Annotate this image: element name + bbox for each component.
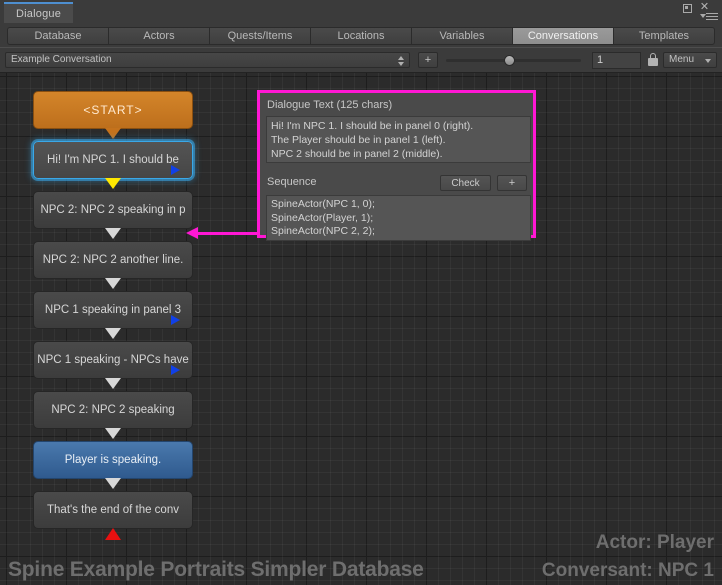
node-label: NPC 1 speaking - NPCs have xyxy=(37,354,189,366)
check-button-label: Check xyxy=(451,177,480,189)
check-sequence-button[interactable]: Check xyxy=(440,175,491,191)
tab-label: Database xyxy=(34,29,82,42)
node-dialogue-end[interactable]: That's the end of the conv xyxy=(33,491,193,529)
dialogue-editor-window: Dialogue ✕ Database Actors Quests/Items … xyxy=(0,0,722,585)
zoom-value: 1 xyxy=(597,54,604,66)
node-dialogue-4[interactable]: NPC 1 speaking in panel 3 xyxy=(33,291,193,329)
tab-label: Conversations xyxy=(527,29,599,42)
tab-locations[interactable]: Locations xyxy=(310,26,411,45)
tab-label: Locations xyxy=(337,29,385,42)
menu-dropdown-button[interactable]: Menu xyxy=(663,52,717,68)
node-label: <START> xyxy=(83,103,143,117)
sequence-text-field[interactable]: SpineActor(NPC 1, 0); SpineActor(Player,… xyxy=(266,195,531,241)
node-start[interactable]: <START> xyxy=(33,91,193,129)
connector-arrow xyxy=(105,328,121,339)
connector-arrow xyxy=(105,128,121,139)
zoom-slider-handle[interactable] xyxy=(504,55,515,66)
tab-label: Actors xyxy=(143,29,175,42)
window-tab-label: Dialogue xyxy=(16,7,62,20)
menu-dropdown-label: Menu xyxy=(669,54,695,65)
zoom-slider[interactable] xyxy=(446,55,581,66)
selection-pointer-arrow xyxy=(186,225,261,241)
node-dialogue-2[interactable]: NPC 2: NPC 2 speaking in p xyxy=(33,191,193,229)
sequence-marker-icon xyxy=(171,165,180,175)
tab-templates[interactable]: Templates xyxy=(613,26,715,45)
add-conversation-button[interactable]: + xyxy=(418,52,438,68)
node-dialogue-3[interactable]: NPC 2: NPC 2 another line. xyxy=(33,241,193,279)
node-dialogue-selected[interactable]: Hi! I'm NPC 1. I should be xyxy=(33,141,193,179)
sequence-header-row: Sequence Check + xyxy=(266,175,527,193)
main-tab-bar: Database Actors Quests/Items Locations V… xyxy=(0,24,722,47)
connector-arrow xyxy=(105,278,121,289)
conversation-dropdown[interactable]: Example Conversation xyxy=(5,52,410,68)
maximize-icon[interactable] xyxy=(683,4,692,13)
node-label: NPC 2: NPC 2 speaking xyxy=(51,404,175,416)
window-tab-dialogue[interactable]: Dialogue xyxy=(4,2,74,23)
tab-quests-items[interactable]: Quests/Items xyxy=(209,26,310,45)
tab-database[interactable]: Database xyxy=(7,26,108,45)
database-name-overlay: Spine Example Portraits Simpler Database xyxy=(8,558,424,581)
connector-arrow xyxy=(105,428,121,439)
tab-label: Variables xyxy=(439,29,485,42)
tab-conversations[interactable]: Conversations xyxy=(512,26,613,45)
node-label: NPC 1 speaking in panel 3 xyxy=(44,304,182,316)
tab-label: Quests/Items xyxy=(227,29,293,42)
node-dialogue-5[interactable]: NPC 1 speaking - NPCs have xyxy=(33,341,193,379)
add-sequence-label: + xyxy=(508,177,516,189)
node-label: NPC 2: NPC 2 speaking in p xyxy=(40,204,186,216)
conversation-dropdown-value: Example Conversation xyxy=(11,54,112,65)
node-label: That's the end of the conv xyxy=(47,504,179,516)
zoom-value-field[interactable]: 1 xyxy=(592,52,641,69)
add-sequence-button[interactable]: + xyxy=(497,175,527,191)
conversation-toolbar: Example Conversation + 1 Menu xyxy=(0,48,722,73)
lock-icon[interactable] xyxy=(648,53,658,66)
sequence-marker-icon xyxy=(171,365,180,375)
chevron-down-icon xyxy=(705,59,711,63)
add-conversation-label: + xyxy=(424,54,432,66)
connector-arrow xyxy=(105,378,121,389)
node-label: NPC 2: NPC 2 another line. xyxy=(42,254,184,266)
node-player[interactable]: Player is speaking. xyxy=(33,441,193,479)
close-icon[interactable]: ✕ xyxy=(699,2,710,13)
dialogue-text-field[interactable]: Hi! I'm NPC 1. I should be in panel 0 (r… xyxy=(266,116,531,163)
node-label: Hi! I'm NPC 1. I should be xyxy=(47,154,179,166)
connector-arrow xyxy=(105,178,121,189)
sequence-marker-icon xyxy=(171,315,180,325)
connector-arrow-end xyxy=(105,528,121,540)
connector-arrow xyxy=(105,478,121,489)
tab-actors[interactable]: Actors xyxy=(108,26,209,45)
window-controls: ✕ xyxy=(681,1,719,23)
connector-arrow xyxy=(105,228,121,239)
node-label: Player is speaking. xyxy=(64,454,162,466)
sequence-label: Sequence xyxy=(267,176,317,188)
window-titlebar: Dialogue ✕ xyxy=(0,0,722,25)
hamburger-menu-icon[interactable] xyxy=(706,13,718,22)
updown-arrows-icon xyxy=(398,56,405,66)
tab-variables[interactable]: Variables xyxy=(411,26,512,45)
conversant-overlay: Conversant: NPC 1 xyxy=(541,560,714,581)
dialogue-text-label: Dialogue Text (125 chars) xyxy=(267,99,393,111)
node-inspector-panel: Dialogue Text (125 chars) Hi! I'm NPC 1.… xyxy=(257,90,536,241)
actor-overlay: Actor: Player xyxy=(595,532,714,553)
tab-label: Templates xyxy=(638,29,690,42)
node-dialogue-6[interactable]: NPC 2: NPC 2 speaking xyxy=(33,391,193,429)
